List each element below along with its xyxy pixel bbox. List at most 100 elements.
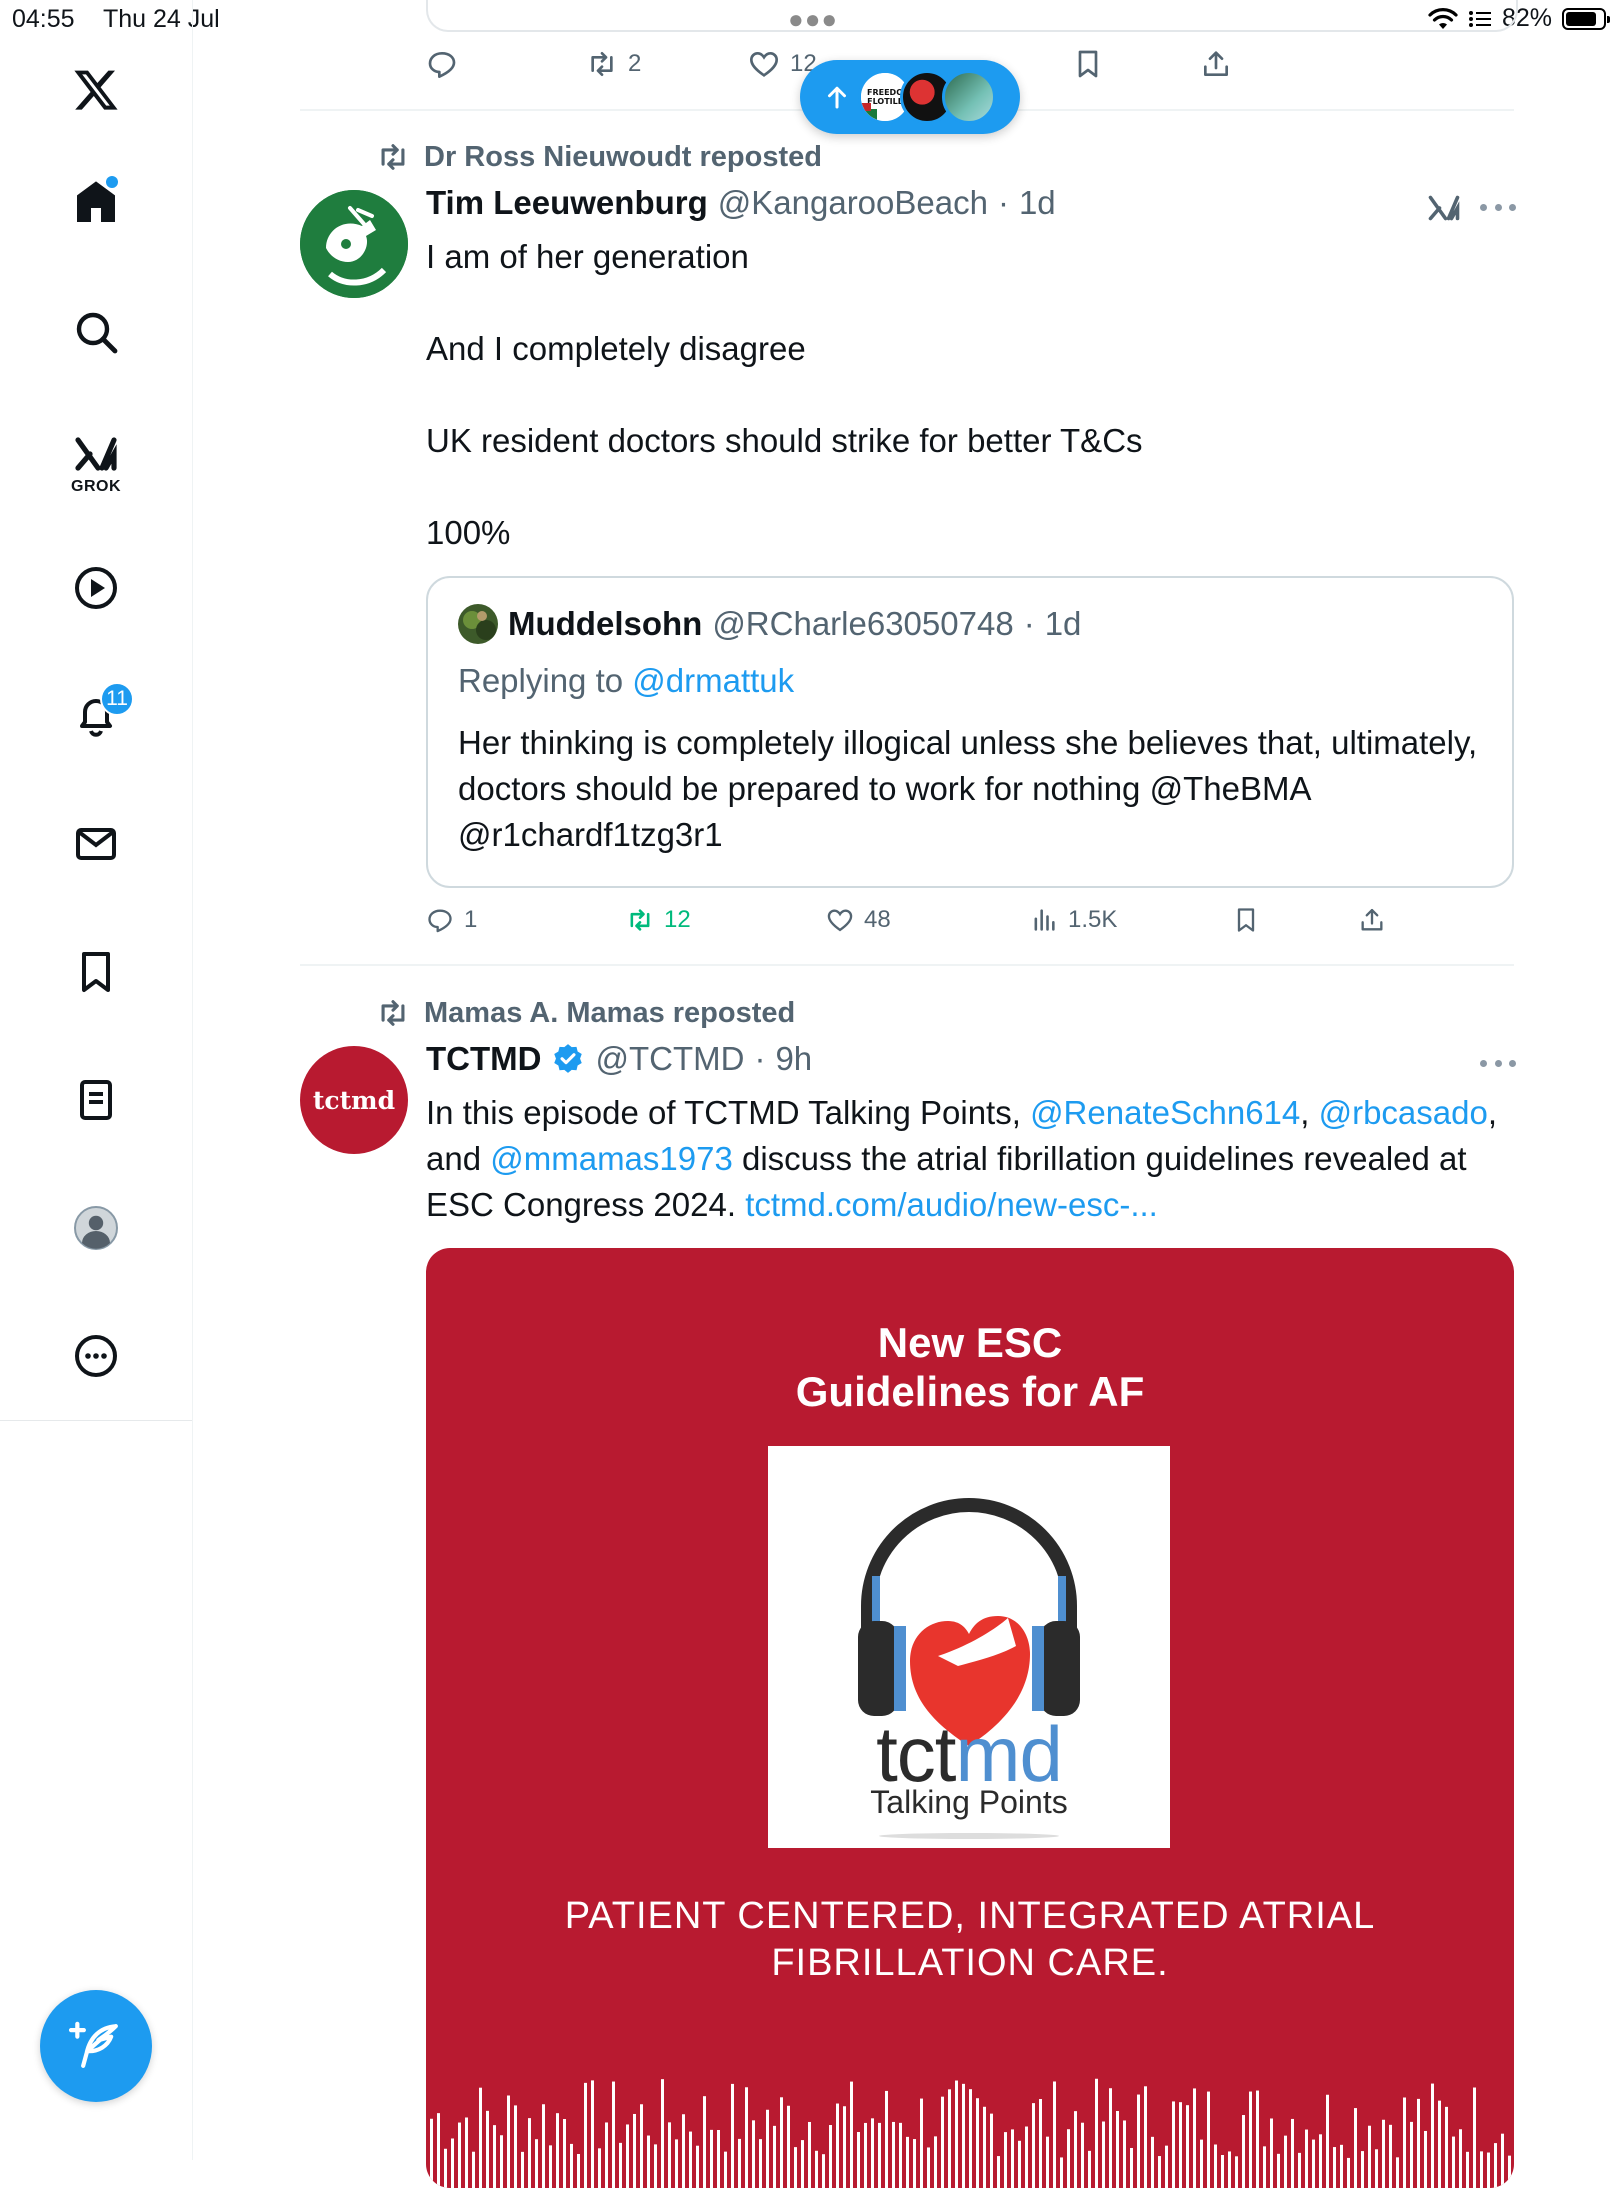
grok-explain-icon[interactable] (1426, 190, 1462, 226)
waveform-bar (1032, 2103, 1035, 2188)
more-options-icon[interactable] (1480, 204, 1516, 214)
bookmarks-icon[interactable] (60, 936, 132, 1008)
reply-button[interactable] (426, 48, 458, 80)
retweet-button[interactable]: 12 (626, 906, 691, 934)
replying-to-prefix: Replying to (458, 662, 624, 699)
share-button[interactable] (1358, 906, 1386, 934)
waveform-bar (1417, 2098, 1420, 2188)
external-link[interactable]: tctmd.com/audio/new-esc-... (745, 1186, 1158, 1223)
waveform-bar (1123, 2120, 1126, 2188)
new-posts-pill[interactable]: FREEDO FLOTILL (800, 60, 1020, 134)
mention-link[interactable]: @rbcasado (1319, 1094, 1488, 1131)
retweet-count: 12 (664, 906, 691, 933)
home-icon[interactable] (60, 166, 132, 238)
waveform-bar (1137, 2094, 1140, 2188)
repost-indicator[interactable]: Mamas A. Mamas reposted (376, 996, 795, 1030)
author-name[interactable]: Tim Leeuwenburg (426, 184, 708, 222)
video-play-icon[interactable] (60, 552, 132, 624)
waveform-bar (1438, 2100, 1441, 2188)
tweet-media-image[interactable]: New ESC Guidelines for AF tctmd Talking … (426, 1248, 1514, 2188)
more-options-icon[interactable] (1480, 1060, 1516, 1070)
waveform-bar (577, 2153, 580, 2188)
waveform-bar (1088, 2150, 1091, 2188)
replying-to-mention[interactable]: @drmattuk (632, 662, 794, 699)
waveform-bar (738, 2138, 741, 2188)
tweet-time[interactable]: 9h (775, 1040, 812, 1078)
media-title-line: New ESC (877, 1319, 1063, 1366)
author-name[interactable]: TCTMD (426, 1040, 541, 1078)
reply-button[interactable]: 1 (426, 906, 477, 934)
sidebar-divider (0, 1420, 192, 1421)
waveform-bar (1270, 2118, 1273, 2188)
waveform-bar (1340, 2144, 1343, 2188)
waveform-bar (1242, 2115, 1245, 2188)
waveform-bar (962, 2083, 965, 2188)
profile-avatar-icon[interactable] (60, 1192, 132, 1264)
tweet-actions: 1 12 48 1.5K (426, 906, 1514, 946)
retweet-icon (630, 909, 650, 931)
pill-avatar-text-b: FLOTILL (867, 97, 903, 106)
waveform-bar (1214, 2144, 1217, 2188)
search-icon[interactable] (60, 296, 132, 368)
repost-indicator[interactable]: Dr Ross Nieuwoudt reposted (376, 140, 822, 174)
share-button[interactable] (1200, 48, 1232, 80)
retweet-button[interactable]: 2 (586, 48, 641, 80)
waveform-bar (794, 2147, 797, 2188)
author-handle[interactable]: @TCTMD (595, 1040, 744, 1078)
mention-link[interactable]: @RenateSchn614 (1030, 1094, 1300, 1131)
waveform-bar (430, 2118, 433, 2188)
author-handle[interactable]: @KangarooBeach (718, 184, 988, 222)
waveform-bar (528, 2118, 531, 2188)
share-icon (1361, 908, 1383, 931)
tweet-divider (300, 964, 1514, 966)
media-title: New ESC Guidelines for AF (426, 1318, 1514, 1416)
waveform-bar (1291, 2118, 1294, 2188)
waveform-bar (514, 2105, 517, 2188)
tweet-avatar[interactable]: tctmd (300, 1046, 408, 1154)
waveform-bar (1193, 2088, 1196, 2188)
waveform-bar (1312, 2139, 1315, 2188)
tweet-time[interactable]: 1d (1019, 184, 1056, 222)
x-logo-icon[interactable] (60, 54, 132, 126)
views-count: 1.5K (1068, 906, 1118, 933)
retweet-count: 2 (628, 50, 642, 77)
waveform-bar (1354, 2108, 1357, 2188)
waveform-bar (549, 2145, 552, 2188)
waveform-bar (745, 2087, 748, 2188)
tctmd-wordmark: tctmd (768, 1714, 1170, 1794)
waveform-bar (640, 2104, 643, 2188)
previous-tweet-media-card[interactable] (426, 0, 1518, 32)
reposted-by-label: Dr Ross Nieuwoudt reposted (424, 140, 822, 173)
waveform-bar (1319, 2134, 1322, 2188)
bookmark-button[interactable] (1072, 48, 1104, 80)
waveform-bar (584, 2082, 587, 2188)
waveform-bar (1018, 2140, 1021, 2188)
views-button[interactable]: 1.5K (1030, 906, 1117, 934)
waveform-bar (598, 2148, 601, 2188)
waveform-bar (1228, 2151, 1231, 2188)
waveform-bar (1403, 2097, 1406, 2188)
bookmark-button[interactable] (1232, 906, 1260, 934)
waveform-bar (913, 2139, 916, 2188)
quoted-tweet[interactable]: Muddelsohn @RCharle63050748 · 1d Replyin… (426, 576, 1514, 888)
waveform-bar (703, 2096, 706, 2188)
waveform-bar (1249, 2091, 1252, 2188)
retweet-icon (381, 1000, 405, 1026)
tweet-avatar[interactable] (300, 190, 408, 298)
compose-post-button[interactable] (40, 1990, 152, 2102)
notifications-bell-icon[interactable]: 11 (60, 680, 134, 752)
mention-link[interactable]: @mmamas1973 (490, 1140, 733, 1177)
quoted-avatar (458, 604, 498, 644)
waveform-bar (1186, 2105, 1189, 2188)
waveform-bar (1081, 2122, 1084, 2188)
waveform-bar (920, 2098, 923, 2188)
waveform-bar (1256, 2090, 1259, 2188)
waveform-bar (507, 2095, 510, 2188)
more-options-icon[interactable] (60, 1320, 132, 1392)
waveform-bar (934, 2136, 937, 2188)
lists-icon[interactable] (60, 1064, 132, 1136)
like-button[interactable]: 48 (826, 906, 891, 934)
waveform-bar (1060, 2157, 1063, 2188)
messages-envelope-icon[interactable] (60, 808, 132, 880)
waveform-bar (1130, 2147, 1133, 2188)
